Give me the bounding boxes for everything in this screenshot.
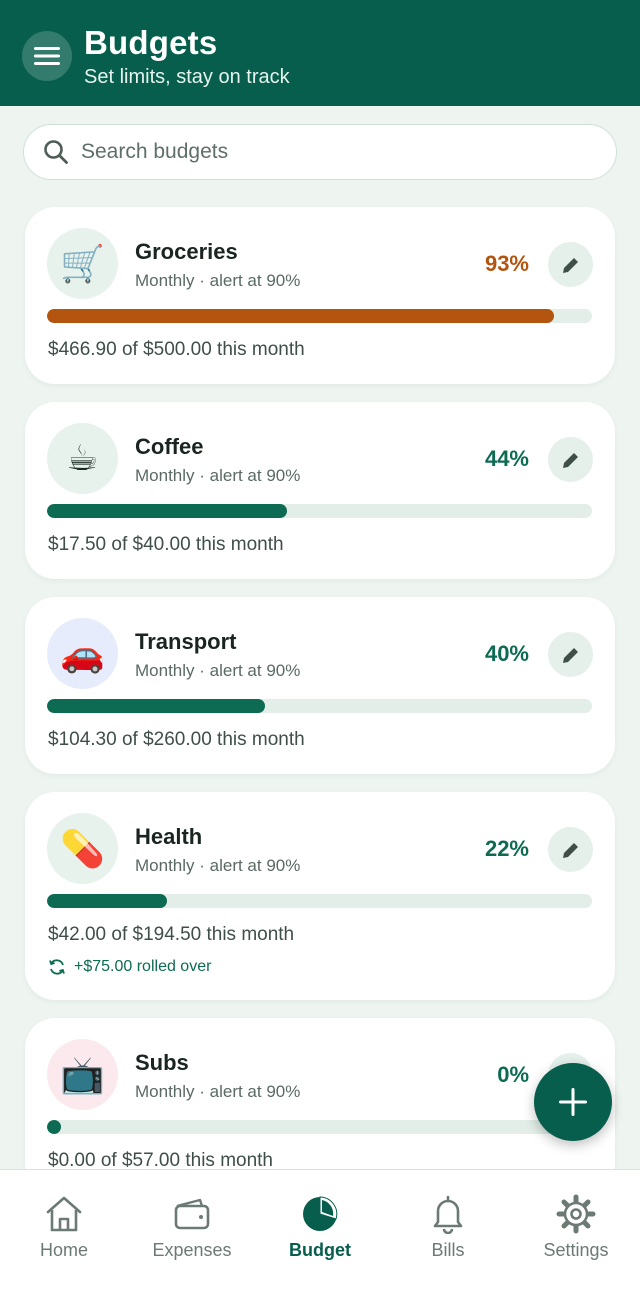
menu-button[interactable] — [22, 31, 72, 81]
budget-progress-track — [47, 894, 592, 908]
budget-progress-fill — [47, 699, 265, 713]
nav-label: Settings — [543, 1240, 609, 1260]
pie-chart-icon — [300, 1194, 340, 1234]
wallet-icon — [172, 1194, 212, 1234]
app-header: Budgets Set limits, stay on track — [0, 0, 640, 106]
budget-progress-fill — [47, 1120, 61, 1134]
budget-percent: 0% — [497, 1062, 529, 1087]
nav-bills[interactable]: Bills — [384, 1194, 512, 1261]
bottom-nav: Home Expenses Budget Bills Settings — [0, 1169, 640, 1305]
budget-progress-track — [47, 309, 592, 323]
nav-label: Expenses — [152, 1240, 232, 1260]
pencil-icon — [562, 257, 578, 273]
car-icon: 🚗 — [47, 618, 118, 689]
budget-card-health[interactable]: 💊 Health Monthly · alert at 90% 22% $42.… — [25, 792, 615, 1000]
budget-meta: Monthly · alert at 90% — [135, 661, 301, 680]
nav-budget[interactable]: Budget — [256, 1194, 384, 1261]
budget-spent: $42.00 of $194.50 this month — [48, 924, 295, 945]
add-budget-button[interactable] — [534, 1063, 612, 1141]
pencil-icon — [562, 647, 578, 663]
pencil-icon — [562, 842, 578, 858]
budget-progress-track — [47, 1120, 592, 1134]
budget-meta: Monthly · alert at 90% — [135, 466, 301, 485]
tv-icon: 📺 — [47, 1039, 118, 1110]
nav-label: Budget — [289, 1240, 351, 1260]
refresh-icon — [49, 959, 65, 975]
budget-name: Groceries — [135, 239, 238, 264]
pill-icon: 💊 — [47, 813, 118, 884]
budget-meta: Monthly · alert at 90% — [135, 856, 301, 875]
rollover-text: +$75.00 rolled over — [74, 958, 212, 975]
budget-spent: $104.30 of $260.00 this month — [48, 729, 305, 750]
rollover-note: +$75.00 rolled over — [48, 958, 211, 976]
budget-name: Health — [135, 824, 203, 849]
budget-progress-fill — [47, 894, 167, 908]
budget-progress-fill — [47, 504, 287, 518]
budget-meta: Monthly · alert at 90% — [135, 271, 301, 290]
coffee-icon: ☕ — [47, 423, 118, 494]
nav-label: Bills — [431, 1240, 465, 1260]
nav-expenses[interactable]: Expenses — [128, 1194, 256, 1261]
edit-budget-button[interactable] — [548, 827, 593, 872]
search-icon — [43, 139, 69, 165]
budget-percent: 40% — [484, 641, 529, 666]
page-subtitle: Set limits, stay on track — [84, 66, 290, 88]
bell-icon — [428, 1194, 468, 1234]
home-icon — [44, 1194, 84, 1234]
budget-progress-fill — [47, 309, 554, 323]
pencil-icon — [562, 452, 578, 468]
budget-spent: $466.90 of $500.00 this month — [48, 339, 305, 360]
nav-home[interactable]: Home — [0, 1194, 128, 1261]
budget-card-coffee[interactable]: ☕ Coffee Monthly · alert at 90% 44% $17.… — [25, 402, 615, 579]
shopping-cart-icon: 🛒 — [47, 228, 118, 299]
budget-percent: 22% — [484, 836, 529, 861]
plus-icon — [559, 1088, 587, 1116]
edit-budget-button[interactable] — [548, 632, 593, 677]
budget-card-groceries[interactable]: 🛒 Groceries Monthly · alert at 90% 93% $… — [25, 207, 615, 384]
nav-settings[interactable]: Settings — [512, 1194, 640, 1261]
edit-budget-button[interactable] — [548, 437, 593, 482]
budget-name: Subs — [135, 1050, 189, 1075]
gear-icon — [556, 1194, 596, 1234]
budget-spent: $17.50 of $40.00 this month — [48, 534, 284, 555]
search-input[interactable] — [81, 140, 581, 164]
search-bar[interactable] — [23, 124, 617, 180]
hamburger-menu-icon — [34, 47, 60, 65]
page-title: Budgets — [84, 24, 218, 61]
budget-meta: Monthly · alert at 90% — [135, 1082, 301, 1101]
budget-progress-track — [47, 699, 592, 713]
budget-percent: 44% — [484, 446, 529, 471]
budget-percent: 93% — [484, 251, 529, 276]
budget-progress-track — [47, 504, 592, 518]
edit-budget-button[interactable] — [548, 242, 593, 287]
budget-card-transport[interactable]: 🚗 Transport Monthly · alert at 90% 40% $… — [25, 597, 615, 774]
budget-name: Coffee — [135, 434, 204, 459]
budget-name: Transport — [135, 629, 237, 654]
nav-label: Home — [39, 1240, 88, 1260]
